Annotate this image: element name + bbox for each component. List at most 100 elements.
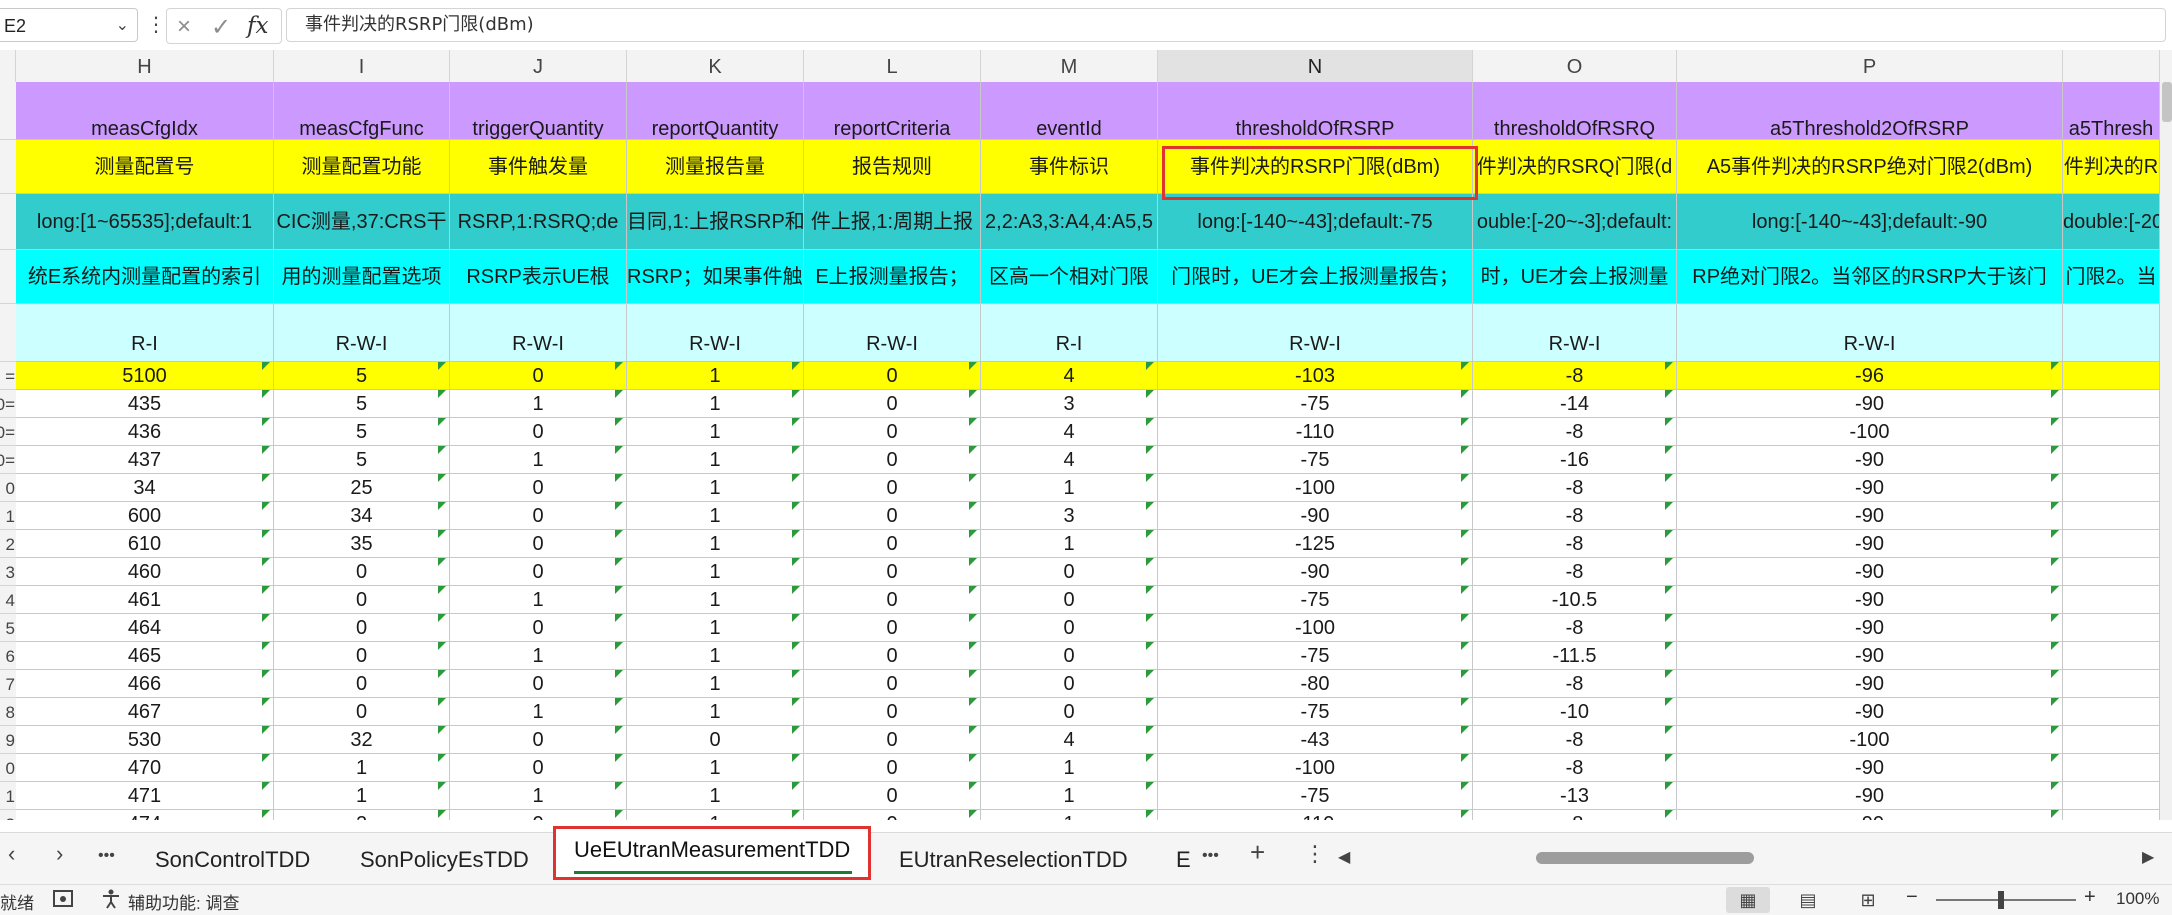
table-cell[interactable]: 0 [804,474,981,502]
table-cell[interactable]: 1 [450,698,627,726]
table-cell[interactable]: 0 [804,810,981,820]
table-cell[interactable]: -8 [1473,474,1677,502]
table-cell[interactable] [2063,530,2160,558]
table-cell[interactable]: 0 [450,810,627,820]
table-cell[interactable] [2063,390,2160,418]
table-cell[interactable]: 1 [981,530,1158,558]
row-number[interactable] [0,304,16,362]
row-number[interactable] [0,194,16,250]
table-cell[interactable] [2063,670,2160,698]
column-letter[interactable]: K [627,50,804,82]
header-cell[interactable]: R-W-I [1677,304,2063,362]
table-cell[interactable]: 1 [981,810,1158,820]
table-cell[interactable]: 0 [450,754,627,782]
tab-next-icon[interactable]: › [56,841,63,867]
table-cell[interactable]: -90 [1677,642,2063,670]
table-cell[interactable]: 1 [981,782,1158,810]
header-cell[interactable]: 2,2:A3,3:A4,4:A5,5 [981,194,1158,250]
table-cell[interactable]: 0 [274,698,450,726]
header-cell[interactable]: 统E系统内测量配置的索引 [16,250,274,304]
header-cell[interactable]: RSRP；如果事件触发 [627,250,804,304]
table-cell[interactable]: 0 [981,642,1158,670]
chevron-down-icon[interactable]: ⌄ [116,9,129,43]
sheet-tab-active[interactable]: UeEUtranMeasurementTDD [553,826,871,880]
table-cell[interactable]: 5 [274,390,450,418]
table-cell[interactable]: 0 [450,726,627,754]
table-cell[interactable]: 1 [450,446,627,474]
header-cell[interactable]: 件判决的R [2063,140,2160,194]
column-letter[interactable]: L [804,50,981,82]
table-cell[interactable]: 471 [16,782,274,810]
table-cell[interactable]: 474 [16,810,274,820]
table-cell[interactable]: 437 [16,446,274,474]
macro-recording-icon[interactable] [52,888,76,915]
table-cell[interactable]: -43 [1158,726,1473,754]
header-cell[interactable]: R-I [16,304,274,362]
row-number[interactable]: 2 [0,530,16,558]
header-cell[interactable]: R-I [981,304,1158,362]
column-letter[interactable]: N [1158,50,1473,82]
header-cell[interactable]: R-W-I [1473,304,1677,362]
table-cell[interactable]: 3 [981,390,1158,418]
table-cell[interactable]: 25 [274,474,450,502]
table-cell[interactable]: 1 [981,754,1158,782]
table-cell[interactable]: 1 [450,642,627,670]
row-number[interactable]: 1 [0,782,16,810]
table-cell[interactable]: -90 [1677,698,2063,726]
table-cell[interactable] [2063,726,2160,754]
row-number[interactable]: 4 [0,586,16,614]
table-cell[interactable]: 1 [627,446,804,474]
table-cell[interactable]: -8 [1473,558,1677,586]
table-cell[interactable]: 0 [804,698,981,726]
header-cell[interactable]: double:[-20 [2063,194,2160,250]
table-cell[interactable]: -90 [1677,754,2063,782]
table-cell[interactable]: -90 [1677,558,2063,586]
table-cell[interactable]: -8 [1473,530,1677,558]
row-number[interactable]: 0= [0,418,16,446]
row-number[interactable]: 7 [0,670,16,698]
table-cell[interactable]: 470 [16,754,274,782]
table-cell[interactable]: 4 [981,726,1158,754]
table-cell[interactable]: -16 [1473,446,1677,474]
select-all-corner[interactable] [0,50,16,82]
header-cell[interactable]: 区高一个相对门限 [981,250,1158,304]
row-number[interactable]: 0= [0,390,16,418]
table-cell[interactable]: -90 [1677,586,2063,614]
table-cell[interactable]: -125 [1158,530,1473,558]
table-cell[interactable]: 4 [981,418,1158,446]
table-cell[interactable]: -100 [1158,614,1473,642]
header-cell[interactable]: thresholdOfRSRQ [1473,82,1677,140]
header-cell[interactable]: 事件触发量 [450,140,627,194]
table-cell[interactable]: 1 [627,474,804,502]
table-cell[interactable]: -100 [1158,754,1473,782]
normal-view-icon[interactable]: ▦ [1726,887,1770,913]
table-cell[interactable]: -8 [1473,502,1677,530]
header-cell[interactable]: RSRP表示UE根 [450,250,627,304]
table-cell[interactable]: -90 [1677,502,2063,530]
table-cell[interactable]: 5100 [16,362,274,390]
zoom-level[interactable]: 100% [2116,889,2159,909]
table-cell[interactable]: 467 [16,698,274,726]
table-cell[interactable]: 1 [450,390,627,418]
table-cell[interactable]: -80 [1158,670,1473,698]
table-cell[interactable] [2063,698,2160,726]
table-cell[interactable]: 436 [16,418,274,446]
table-cell[interactable]: 0 [804,782,981,810]
table-cell[interactable]: 460 [16,558,274,586]
table-cell[interactable]: 5 [274,362,450,390]
table-cell[interactable]: 0 [804,754,981,782]
column-letter[interactable]: J [450,50,627,82]
table-cell[interactable]: 0 [450,614,627,642]
table-cell[interactable]: 0 [804,530,981,558]
table-cell[interactable]: -90 [1677,614,2063,642]
header-cell[interactable]: long:[1~65535];default:1 [16,194,274,250]
header-cell[interactable]: R-W-I [450,304,627,362]
column-letter[interactable] [2063,50,2160,82]
table-cell[interactable] [2063,502,2160,530]
header-cell[interactable]: a5Thresh [2063,82,2160,140]
row-number[interactable]: 2 [0,810,16,820]
table-cell[interactable]: 1 [627,670,804,698]
tab-prev-icon[interactable]: ‹ [8,841,15,867]
table-cell[interactable]: 466 [16,670,274,698]
table-cell[interactable]: 0 [274,586,450,614]
